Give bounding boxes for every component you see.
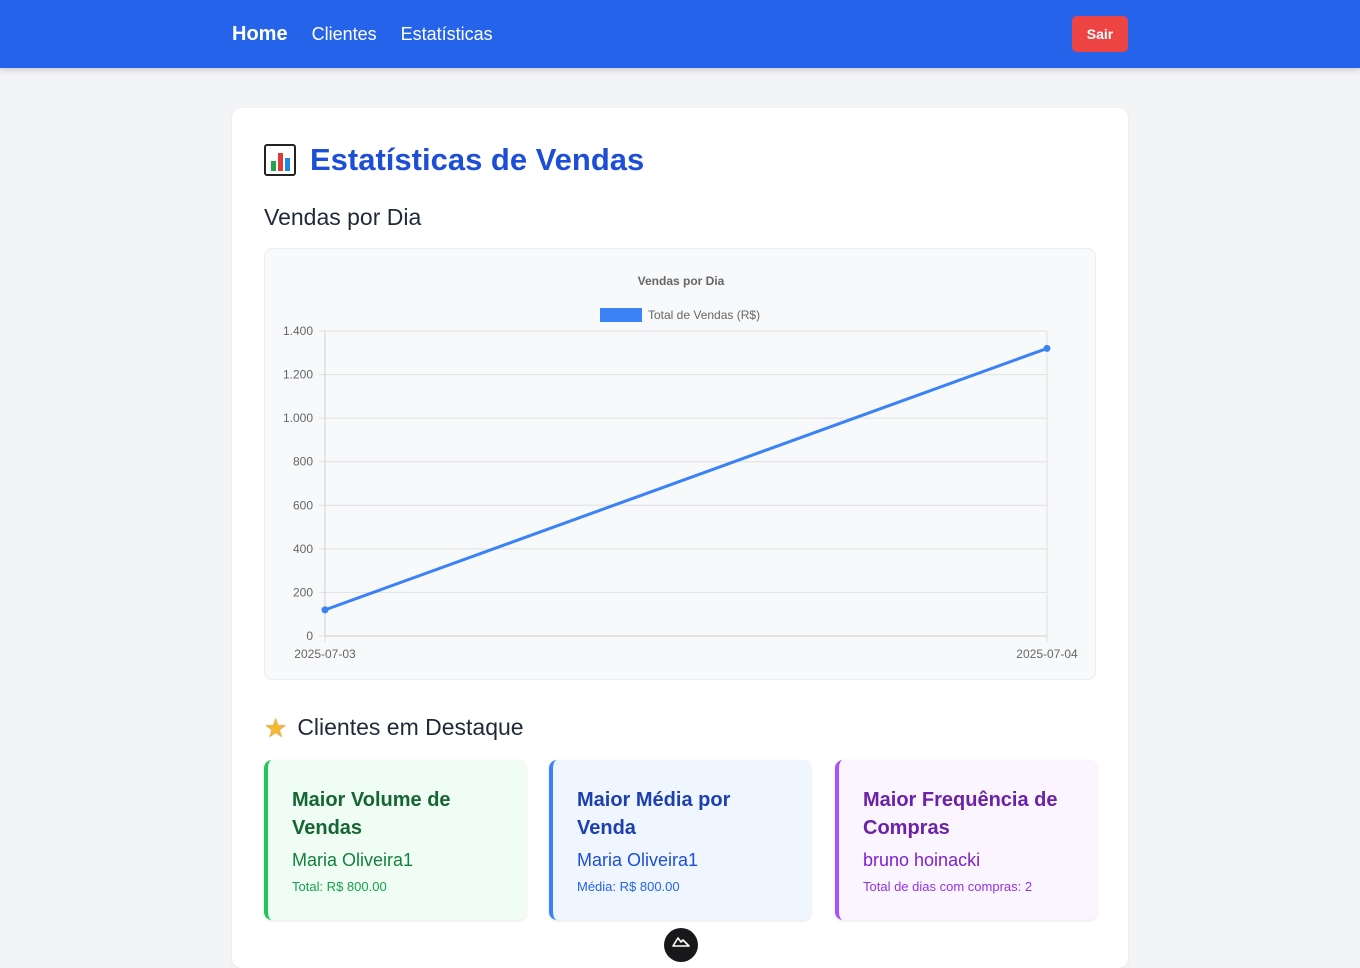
nav-link-clients[interactable]: Clientes	[312, 24, 377, 45]
y-tick-label: 200	[293, 585, 313, 599]
logout-button[interactable]: Sair	[1072, 16, 1128, 52]
y-tick-label: 0	[306, 629, 313, 643]
highlight-card-title: Maior Média por Venda	[577, 789, 731, 839]
y-tick-label: 400	[293, 542, 313, 556]
nav-link-stats[interactable]: Estatísticas	[401, 24, 493, 45]
highlight-card-frequency: Maior Frequência de Compras bruno hoinac…	[835, 760, 1097, 920]
data-point	[1043, 344, 1051, 352]
x-tick-label: 2025-07-03	[294, 647, 356, 661]
highlight-card-volume: Maior Volume de Vendas Maria Oliveira1 T…	[264, 760, 526, 920]
chart-title: Vendas por Dia	[638, 274, 725, 288]
devtools-toggle-button[interactable]	[664, 928, 698, 962]
highlight-client-detail: Total: R$ 800.00	[292, 879, 387, 894]
legend-label: Total de Vendas (R$)	[648, 308, 760, 322]
series-line	[324, 347, 1048, 612]
bar-chart-icon	[264, 144, 296, 176]
y-tick-label: 800	[293, 455, 313, 469]
top-navbar: Home Clientes Estatísticas Sair	[0, 0, 1360, 68]
sales-section-title: Vendas por Dia	[264, 204, 422, 230]
star-icon: ★	[264, 712, 288, 743]
nav-link-home[interactable]: Home	[232, 23, 288, 46]
y-tick-label: 1.000	[283, 411, 313, 425]
navbar-inner: Home Clientes Estatísticas Sair	[232, 0, 1128, 68]
highlight-section-title: ★ Clientes em Destaque	[264, 714, 524, 741]
y-tick-label: 1.200	[283, 368, 313, 382]
highlight-client-name: Maria Oliveira1	[577, 850, 699, 870]
page-title-text: Estatísticas de Vendas	[310, 142, 645, 177]
highlight-client-name: bruno hoinacki	[863, 850, 981, 870]
data-point	[321, 606, 329, 614]
highlight-client-detail: Média: R$ 800.00	[577, 879, 680, 894]
sales-chart-svg: Vendas por Dia Total de Vendas (R$) 0 200 40…	[283, 274, 1078, 661]
highlight-client-name: Maria Oliveira1	[292, 850, 414, 870]
sales-chart: Vendas por Dia Total de Vendas (R$) 0 200 40…	[264, 248, 1096, 680]
highlight-card-title: Maior Volume de Vendas	[292, 789, 451, 839]
highlight-card-average: Maior Média por Venda Maria Oliveira1 Mé…	[549, 760, 811, 920]
highlight-card-title: Maior Frequência de Compras	[863, 789, 1058, 839]
mountain-logo-icon	[672, 937, 690, 947]
y-tick-label: 600	[293, 498, 313, 512]
highlight-section-label: Clientes em Destaque	[297, 714, 524, 740]
highlight-client-detail: Total de dias com compras: 2	[863, 879, 1033, 894]
y-tick-label: 1.400	[283, 324, 313, 338]
x-tick-label: 2025-07-04	[1016, 647, 1078, 661]
stats-card: Estatísticas de Vendas Vendas por Dia Ve…	[232, 108, 1128, 968]
legend-swatch	[600, 308, 642, 322]
page-title: Estatísticas de Vendas	[264, 142, 644, 178]
